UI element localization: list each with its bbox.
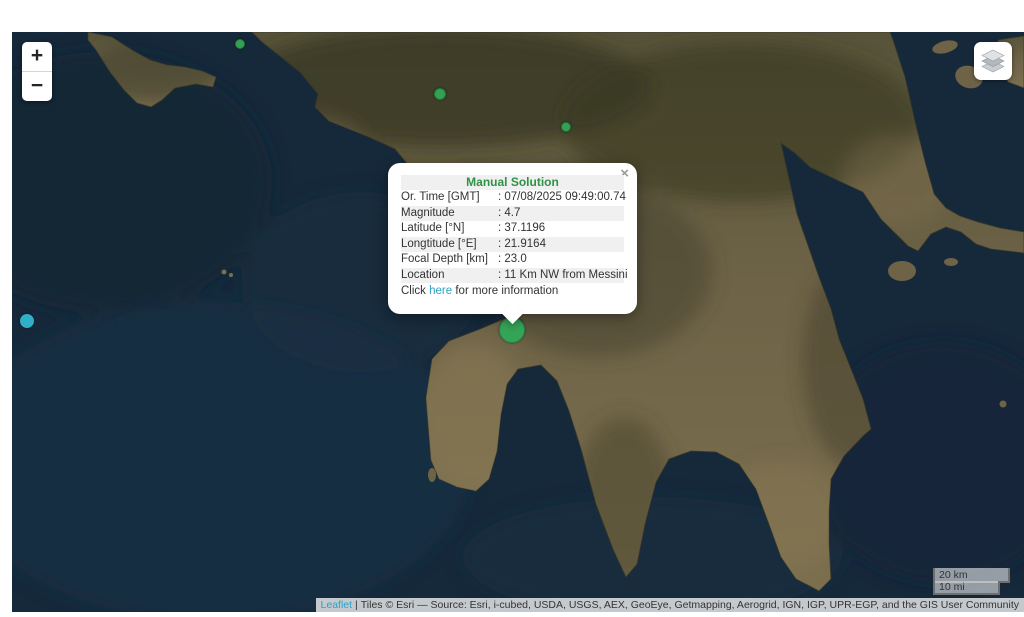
event-marker-teal[interactable] xyxy=(20,314,34,328)
popup-row-value: : 23.0 xyxy=(498,252,624,268)
layers-control[interactable] xyxy=(974,42,1012,80)
attribution-divider: | xyxy=(355,599,358,611)
popup-row-label: Longtitude [°E] xyxy=(401,237,498,253)
popup-row-value: : 11 Km NW from Messini xyxy=(498,268,628,284)
more-info-link[interactable]: here xyxy=(429,285,452,297)
popup-row: Magnitude : 4.7 xyxy=(401,206,624,222)
popup-row: Longtitude [°E] : 21.9164 xyxy=(401,237,624,253)
popup-footer: Click here for more information xyxy=(401,283,624,300)
popup-title: Manual Solution xyxy=(401,175,624,190)
footer-text-post: for more information xyxy=(452,285,558,297)
attribution-text: Tiles © Esri — Source: Esri, i-cubed, US… xyxy=(361,599,1019,611)
footer-text-pre: Click xyxy=(401,285,429,297)
popup-row-value: : 07/08/2025 09:49:00.74 xyxy=(498,190,626,206)
zoom-out-button[interactable]: − xyxy=(22,72,52,101)
popup-row-label: Location xyxy=(401,268,498,284)
popup-row-label: Magnitude xyxy=(401,206,498,222)
popup-row-value: : 37.1196 xyxy=(498,221,624,237)
scale-control: 20 km 10 mi xyxy=(933,568,1010,595)
popup-row: Or. Time [GMT] : 07/08/2025 09:49:00.74 xyxy=(401,190,624,206)
zoom-control: + − xyxy=(22,42,52,101)
layers-icon xyxy=(980,49,1006,73)
popup-row-label: Focal Depth [km] xyxy=(401,252,498,268)
popup-row-label: Or. Time [GMT] xyxy=(401,190,498,206)
popup-row-value: : 4.7 xyxy=(498,206,624,222)
popup-row: Location : 11 Km NW from Messini xyxy=(401,268,624,284)
popup-row-label: Latitude [°N] xyxy=(401,221,498,237)
map-canvas[interactable]: + − × Manual Solution Or. Time [GMT] : 0… xyxy=(12,32,1024,612)
popup-row: Latitude [°N] : 37.1196 xyxy=(401,221,624,237)
leaflet-link[interactable]: Leaflet xyxy=(321,599,353,611)
event-marker-small-3[interactable] xyxy=(561,122,571,132)
zoom-in-button[interactable]: + xyxy=(22,42,52,72)
event-marker-small-2[interactable] xyxy=(434,88,446,100)
popup-row-value: : 21.9164 xyxy=(498,237,624,253)
popup-row: Focal Depth [km] : 23.0 xyxy=(401,252,624,268)
popup-content: Manual Solution Or. Time [GMT] : 07/08/2… xyxy=(401,175,624,300)
scale-mi: 10 mi xyxy=(933,581,1000,595)
attribution-bar: Leaflet|Tiles © Esri — Source: Esri, i-c… xyxy=(316,598,1024,612)
event-marker-small-1[interactable] xyxy=(235,39,245,49)
popup: × Manual Solution Or. Time [GMT] : 07/08… xyxy=(388,163,637,314)
